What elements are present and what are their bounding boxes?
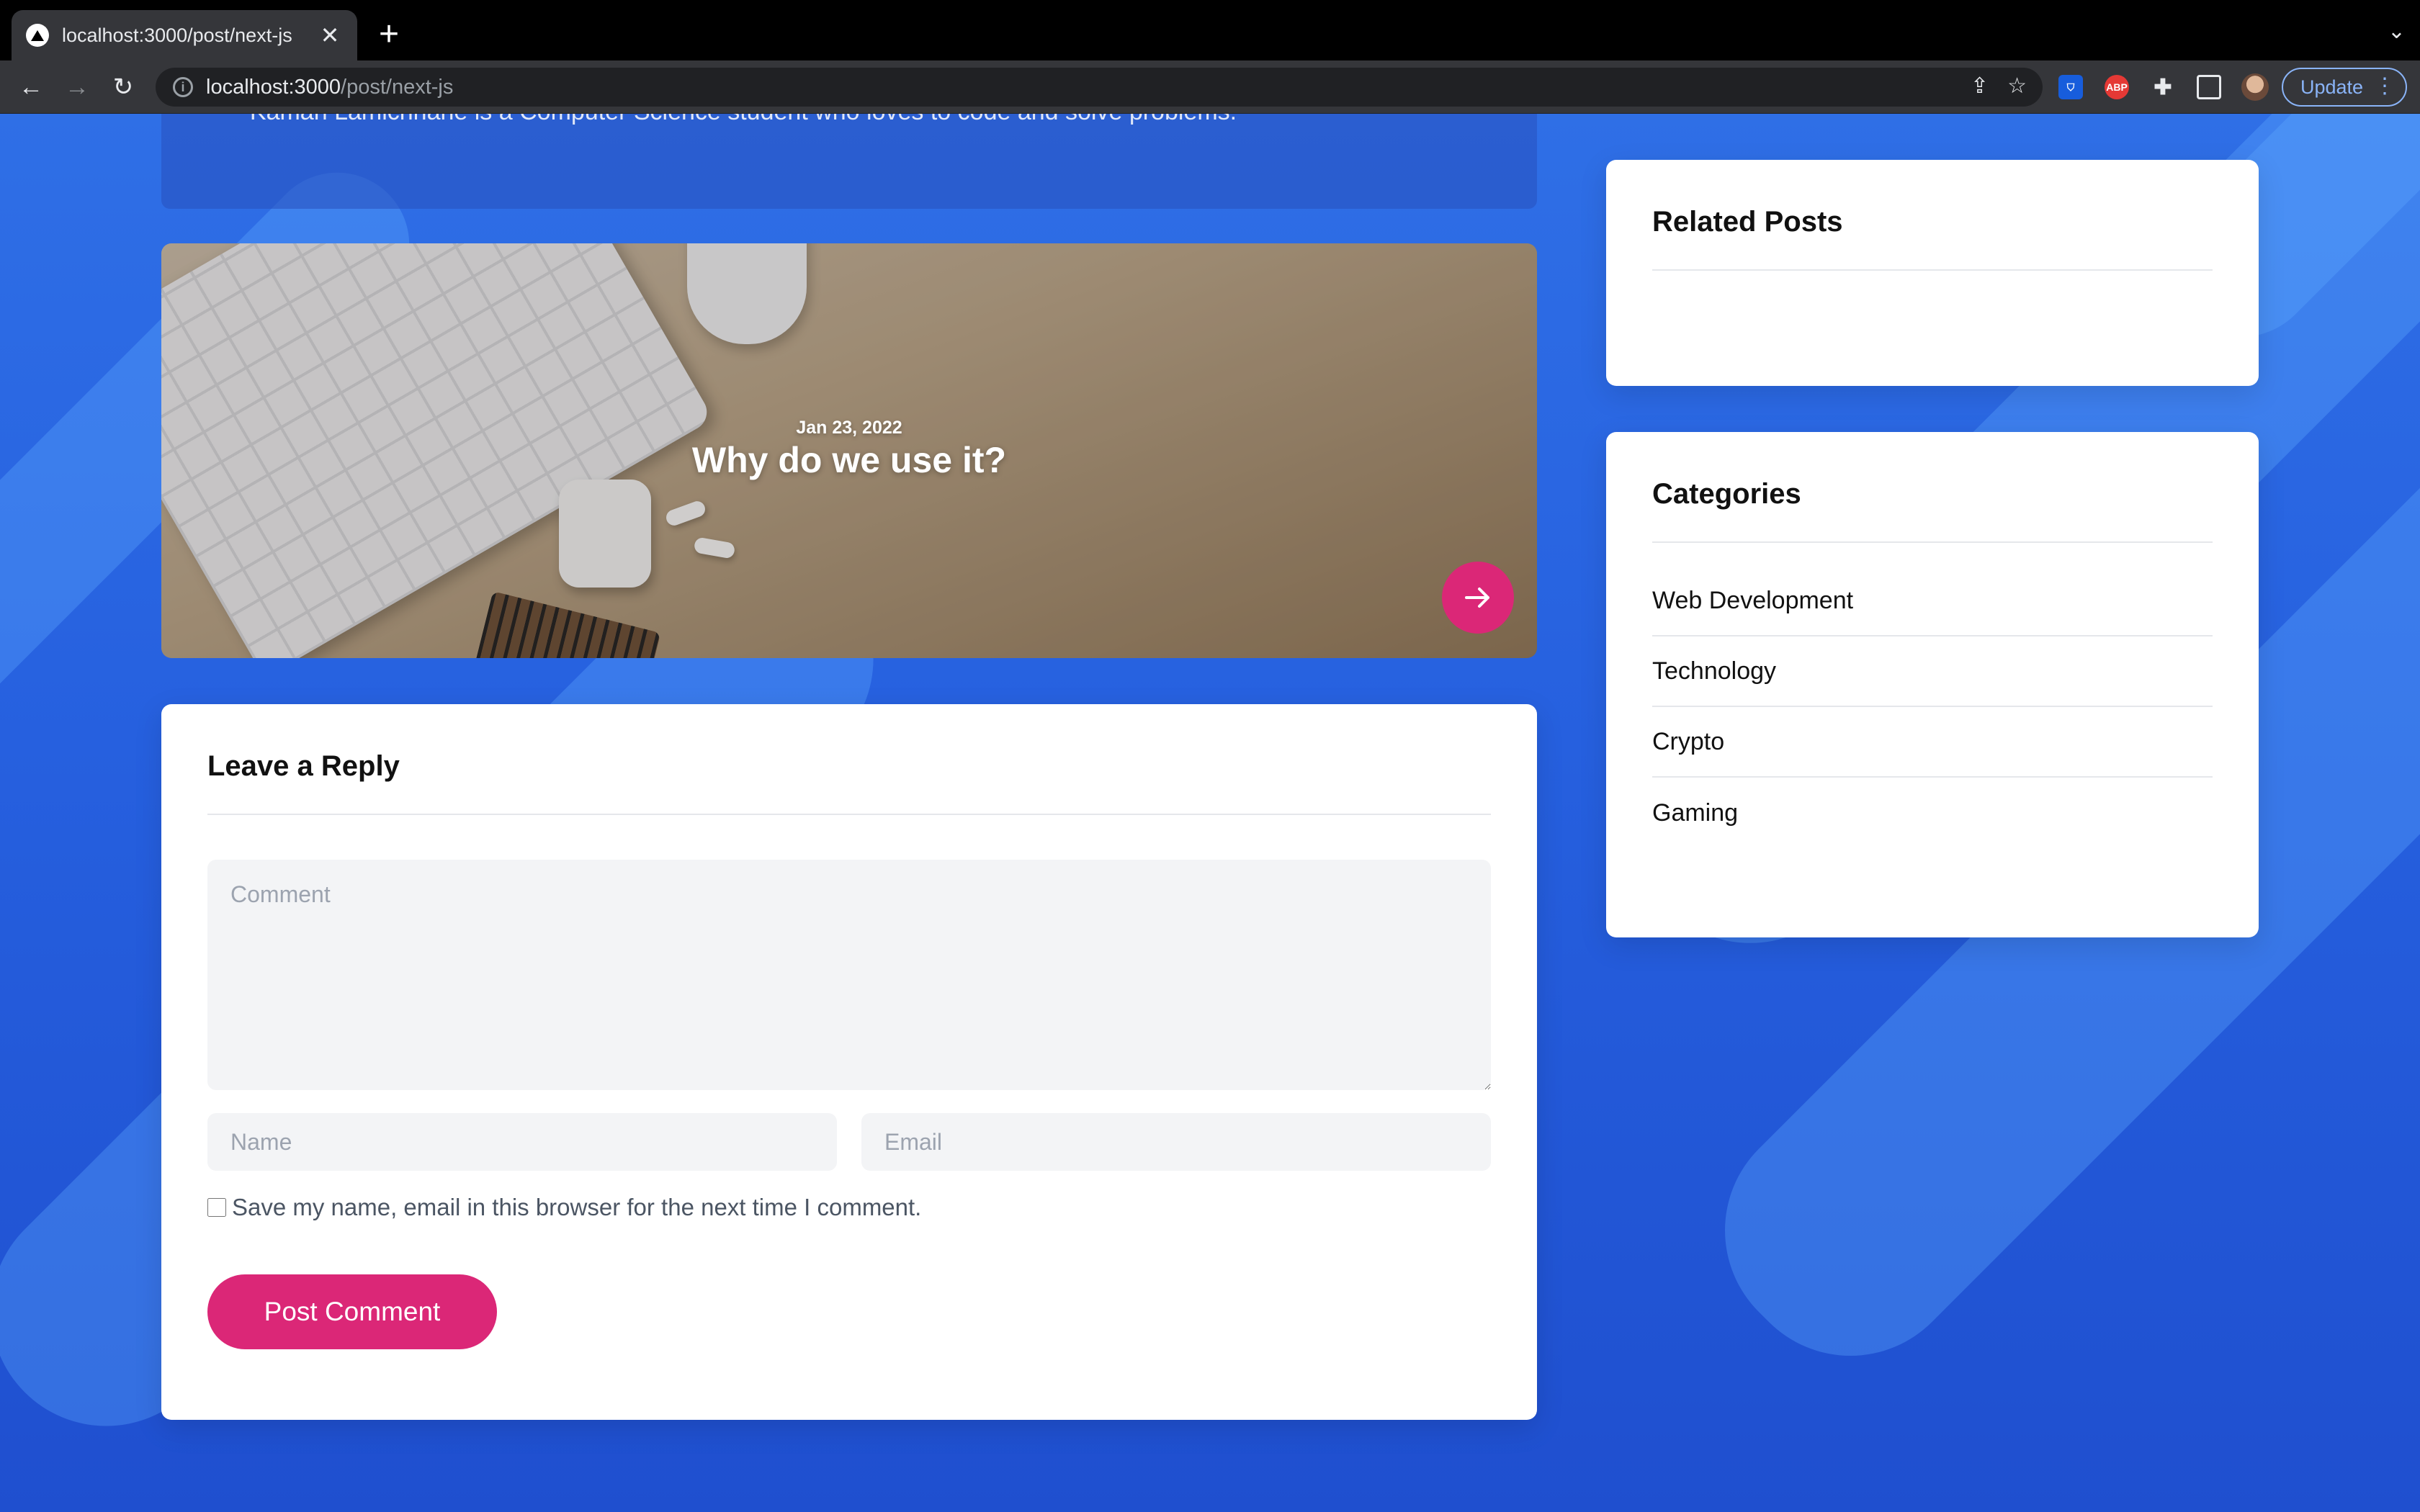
arrow-right-icon bbox=[1465, 588, 1489, 608]
related-posts-widget: Related Posts bbox=[1606, 160, 2259, 386]
category-link[interactable]: Crypto bbox=[1652, 707, 2213, 778]
reload-icon[interactable]: ↻ bbox=[105, 69, 141, 105]
category-list: Web Development Technology Crypto Gaming bbox=[1652, 566, 2213, 848]
author-bio: Kaman Lamichhane is a Computer Science s… bbox=[167, 114, 1319, 126]
post-comment-button[interactable]: Post Comment bbox=[207, 1274, 497, 1349]
tab-list-chevron-icon[interactable]: ⌄ bbox=[2388, 19, 2406, 44]
category-link[interactable]: Web Development bbox=[1652, 566, 2213, 636]
name-input[interactable] bbox=[207, 1113, 837, 1171]
back-arrow-icon[interactable]: ← bbox=[13, 69, 49, 105]
browser-tab[interactable]: localhost:3000/post/next-js ✕ bbox=[12, 10, 357, 60]
close-tab-icon[interactable]: ✕ bbox=[317, 22, 343, 49]
tab-title: localhost:3000/post/next-js bbox=[62, 24, 292, 46]
browser-tabstrip: localhost:3000/post/next-js ✕ + ⌄ bbox=[0, 0, 2420, 60]
share-icon[interactable]: ⇪ bbox=[1971, 73, 1989, 99]
vercel-favicon-icon bbox=[26, 24, 49, 47]
divider bbox=[1652, 541, 2213, 543]
save-info-label[interactable]: Save my name, email in this browser for … bbox=[232, 1194, 921, 1221]
post-title[interactable]: Why do we use it? bbox=[161, 439, 1537, 481]
browser-toolbar: ← → ↻ i localhost:3000/post/next-js ⇪ ☆ … bbox=[0, 60, 2420, 114]
adblock-label: ABP bbox=[2106, 81, 2128, 93]
new-tab-button[interactable]: + bbox=[372, 16, 406, 53]
bookmark-star-icon[interactable]: ☆ bbox=[2007, 73, 2027, 99]
url-path: /post/next-js bbox=[341, 75, 454, 99]
site-info-icon[interactable]: i bbox=[173, 77, 193, 97]
address-bar[interactable]: i localhost:3000/post/next-js ⇪ ☆ bbox=[156, 68, 2043, 107]
save-info-checkbox[interactable] bbox=[207, 1198, 226, 1217]
divider bbox=[1652, 269, 2213, 271]
page-viewport: Kaman Lamichhane is a Computer Science s… bbox=[0, 114, 2420, 1512]
category-link[interactable]: Gaming bbox=[1652, 778, 2213, 848]
adblock-plus-icon[interactable]: ABP bbox=[2105, 75, 2129, 99]
browser-update-button[interactable]: Update ⋮ bbox=[2282, 68, 2407, 107]
more-menu-icon[interactable]: ⋮ bbox=[2374, 76, 2396, 97]
categories-widget: Categories Web Development Technology Cr… bbox=[1606, 432, 2259, 937]
forward-arrow-icon[interactable]: → bbox=[59, 69, 95, 105]
next-post-arrow-button[interactable] bbox=[1442, 562, 1514, 634]
comment-form-card: Leave a Reply Save my name, email in thi… bbox=[161, 704, 1537, 1420]
related-posts-heading: Related Posts bbox=[1652, 206, 1843, 238]
post-date: Jan 23, 2022 bbox=[796, 418, 902, 438]
extensions-puzzle-icon[interactable]: ✚ bbox=[2151, 75, 2175, 99]
divider bbox=[207, 814, 1491, 815]
comment-textarea[interactable] bbox=[207, 860, 1491, 1090]
url-host: localhost:3000 bbox=[206, 75, 341, 99]
email-input[interactable] bbox=[861, 1113, 1491, 1171]
profile-avatar[interactable] bbox=[2241, 73, 2269, 101]
reply-heading: Leave a Reply bbox=[207, 750, 400, 782]
side-panel-icon[interactable] bbox=[2197, 75, 2221, 99]
bitwarden-icon[interactable]: ⛉ bbox=[2058, 75, 2083, 99]
save-info-row: Save my name, email in this browser for … bbox=[207, 1194, 921, 1221]
update-label: Update bbox=[2300, 76, 2364, 98]
categories-heading: Categories bbox=[1652, 478, 1801, 510]
adjacent-post-card[interactable]: Jan 23, 2022 Why do we use it? bbox=[161, 243, 1537, 658]
author-card bbox=[161, 114, 1537, 209]
category-link[interactable]: Technology bbox=[1652, 636, 2213, 707]
